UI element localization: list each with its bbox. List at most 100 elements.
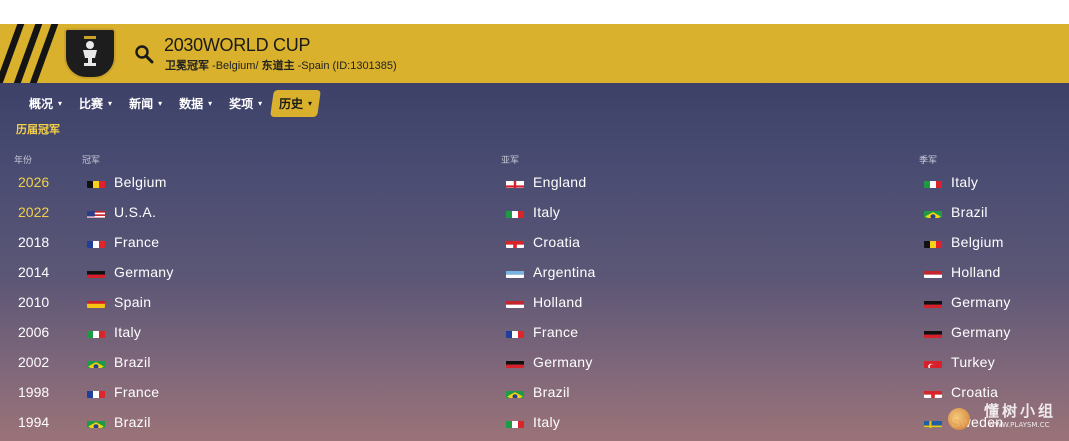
competition-subtitle: 卫冕冠军 -Belgium/ 东道主 -Spain (ID:1301385)	[165, 57, 397, 73]
nav-tab-4[interactable]: 奖项 ▾	[222, 90, 269, 117]
header-stripes	[0, 24, 60, 83]
search-icon[interactable]	[134, 44, 154, 64]
nation-name[interactable]: France	[114, 234, 159, 250]
nation-name[interactable]: Croatia	[533, 234, 580, 250]
nation-name[interactable]: Germany	[951, 324, 1011, 340]
year-cell: 2002	[18, 354, 50, 370]
flag-de-icon	[87, 267, 105, 278]
nation-name[interactable]: Brazil	[951, 204, 988, 220]
flag-br-icon	[506, 387, 524, 398]
nation-name[interactable]: Germany	[951, 294, 1011, 310]
runner-up-cell[interactable]: Germany	[506, 354, 593, 370]
third-cell[interactable]: Italy	[924, 174, 978, 190]
column-header-runner-up[interactable]: 亚军	[501, 153, 519, 166]
champion-cell[interactable]: Germany	[87, 264, 174, 280]
champion-cell[interactable]: France	[87, 384, 159, 400]
table-row[interactable]: 2018 France Croatia Belgium	[0, 227, 1069, 257]
nation-name[interactable]: Belgium	[114, 174, 167, 190]
champion-cell[interactable]: Belgium	[87, 174, 167, 190]
flag-be-icon	[87, 177, 105, 188]
table-row[interactable]: 2014 Germany Argentina Holland	[0, 257, 1069, 287]
section-title: 历届冠军	[16, 123, 60, 136]
nav-tab-1[interactable]: 比赛 ▾	[72, 90, 119, 117]
nation-name[interactable]: France	[533, 324, 578, 340]
champion-cell[interactable]: France	[87, 234, 159, 250]
nation-name[interactable]: Holland	[533, 294, 583, 310]
table-row[interactable]: 2026 Belgium England Italy	[0, 167, 1069, 197]
nav-tab-label: 历史	[279, 96, 304, 111]
runner-up-cell[interactable]: England	[506, 174, 586, 190]
champion-cell[interactable]: U.S.A.	[87, 204, 156, 220]
nation-name[interactable]: Germany	[533, 354, 593, 370]
nav-tab-3[interactable]: 数据 ▾	[172, 90, 219, 117]
nav-tab-2[interactable]: 新闻 ▾	[122, 90, 169, 117]
third-cell[interactable]: Brazil	[924, 204, 988, 220]
flag-nl-icon	[506, 297, 524, 308]
nation-name[interactable]: Italy	[533, 414, 560, 430]
third-cell[interactable]: Germany	[924, 324, 1011, 340]
flag-nl-icon	[924, 267, 942, 278]
runner-up-cell[interactable]: Italy	[506, 414, 560, 430]
champion-cell[interactable]: Brazil	[87, 354, 151, 370]
flag-us-icon	[87, 207, 105, 218]
nation-name[interactable]: Brazil	[533, 384, 570, 400]
third-cell[interactable]: Holland	[924, 264, 1001, 280]
chevron-down-icon: ▾	[158, 98, 163, 108]
nation-name[interactable]: Brazil	[114, 414, 151, 430]
table-row[interactable]: 2002 Brazil Germany Turkey	[0, 347, 1069, 377]
holder-label: 卫冕冠军	[165, 60, 209, 72]
nav-tab-label: 数据	[179, 96, 204, 111]
flag-hr-icon	[506, 237, 524, 248]
champion-cell[interactable]: Italy	[87, 324, 141, 340]
table-row[interactable]: 1998 France Brazil Croatia	[0, 377, 1069, 407]
column-header-year[interactable]: 年份	[14, 153, 32, 166]
nation-name[interactable]: Spain	[114, 294, 151, 310]
host-value[interactable]: -Spain (ID:1301385)	[295, 60, 397, 72]
table-row[interactable]: 2010 Spain Holland Germany	[0, 287, 1069, 317]
table-row[interactable]: 2022 U.S.A. Italy Brazil	[0, 197, 1069, 227]
year-cell: 2006	[18, 324, 50, 340]
nav-tab-0[interactable]: 概况 ▾	[22, 90, 69, 117]
flag-it-icon	[506, 207, 524, 218]
competition-title: 2030WORLD CUP	[164, 35, 311, 55]
nav-tab-5[interactable]: 历史 ▾	[270, 89, 322, 117]
runner-up-cell[interactable]: Brazil	[506, 384, 570, 400]
flag-en-icon	[506, 177, 524, 188]
champion-cell[interactable]: Spain	[87, 294, 151, 310]
nation-name[interactable]: Holland	[951, 264, 1001, 280]
runner-up-cell[interactable]: Croatia	[506, 234, 580, 250]
runner-up-cell[interactable]: France	[506, 324, 578, 340]
nation-name[interactable]: Argentina	[533, 264, 596, 280]
holder-value[interactable]: -Belgium/	[209, 60, 262, 72]
nation-name[interactable]: Italy	[533, 204, 560, 220]
column-header-champion[interactable]: 冠军	[82, 153, 100, 166]
year-cell: 2022	[18, 204, 50, 220]
third-cell[interactable]: Turkey	[924, 354, 995, 370]
flag-fr-icon	[506, 327, 524, 338]
watermark-url: WWW.PLAYSM.CC	[988, 421, 1050, 429]
runner-up-cell[interactable]: Argentina	[506, 264, 596, 280]
table-row[interactable]: 1994 Brazil Italy Sweden	[0, 407, 1069, 437]
flag-br-icon	[87, 357, 105, 368]
champions-table: 2026 Belgium England Italy 2022 U.S.A. Italy Br…	[0, 167, 1069, 437]
watermark-logo-icon	[948, 408, 970, 430]
nation-name[interactable]: Turkey	[951, 354, 995, 370]
table-row[interactable]: 2006 Italy France Germany	[0, 317, 1069, 347]
runner-up-cell[interactable]: Holland	[506, 294, 583, 310]
nation-name[interactable]: England	[533, 174, 586, 190]
third-cell[interactable]: Germany	[924, 294, 1011, 310]
nation-name[interactable]: Belgium	[951, 234, 1004, 250]
nation-name[interactable]: U.S.A.	[114, 204, 156, 220]
nation-name[interactable]: Brazil	[114, 354, 151, 370]
champion-cell[interactable]: Brazil	[87, 414, 151, 430]
nation-name[interactable]: Italy	[114, 324, 141, 340]
chevron-down-icon: ▾	[58, 98, 63, 108]
nation-name[interactable]: France	[114, 384, 159, 400]
nation-name[interactable]: Germany	[114, 264, 174, 280]
column-header-third[interactable]: 季军	[919, 153, 937, 166]
third-cell[interactable]: Belgium	[924, 234, 1004, 250]
nation-name[interactable]: Italy	[951, 174, 978, 190]
history-panel: 概况 ▾ 比赛 ▾ 新闻 ▾ 数据 ▾ 奖项 ▾ 历史 ▾ 历届冠军 年份 冠军 亚军 季军 2026…	[0, 83, 1069, 441]
runner-up-cell[interactable]: Italy	[506, 204, 560, 220]
flag-es-icon	[87, 297, 105, 308]
